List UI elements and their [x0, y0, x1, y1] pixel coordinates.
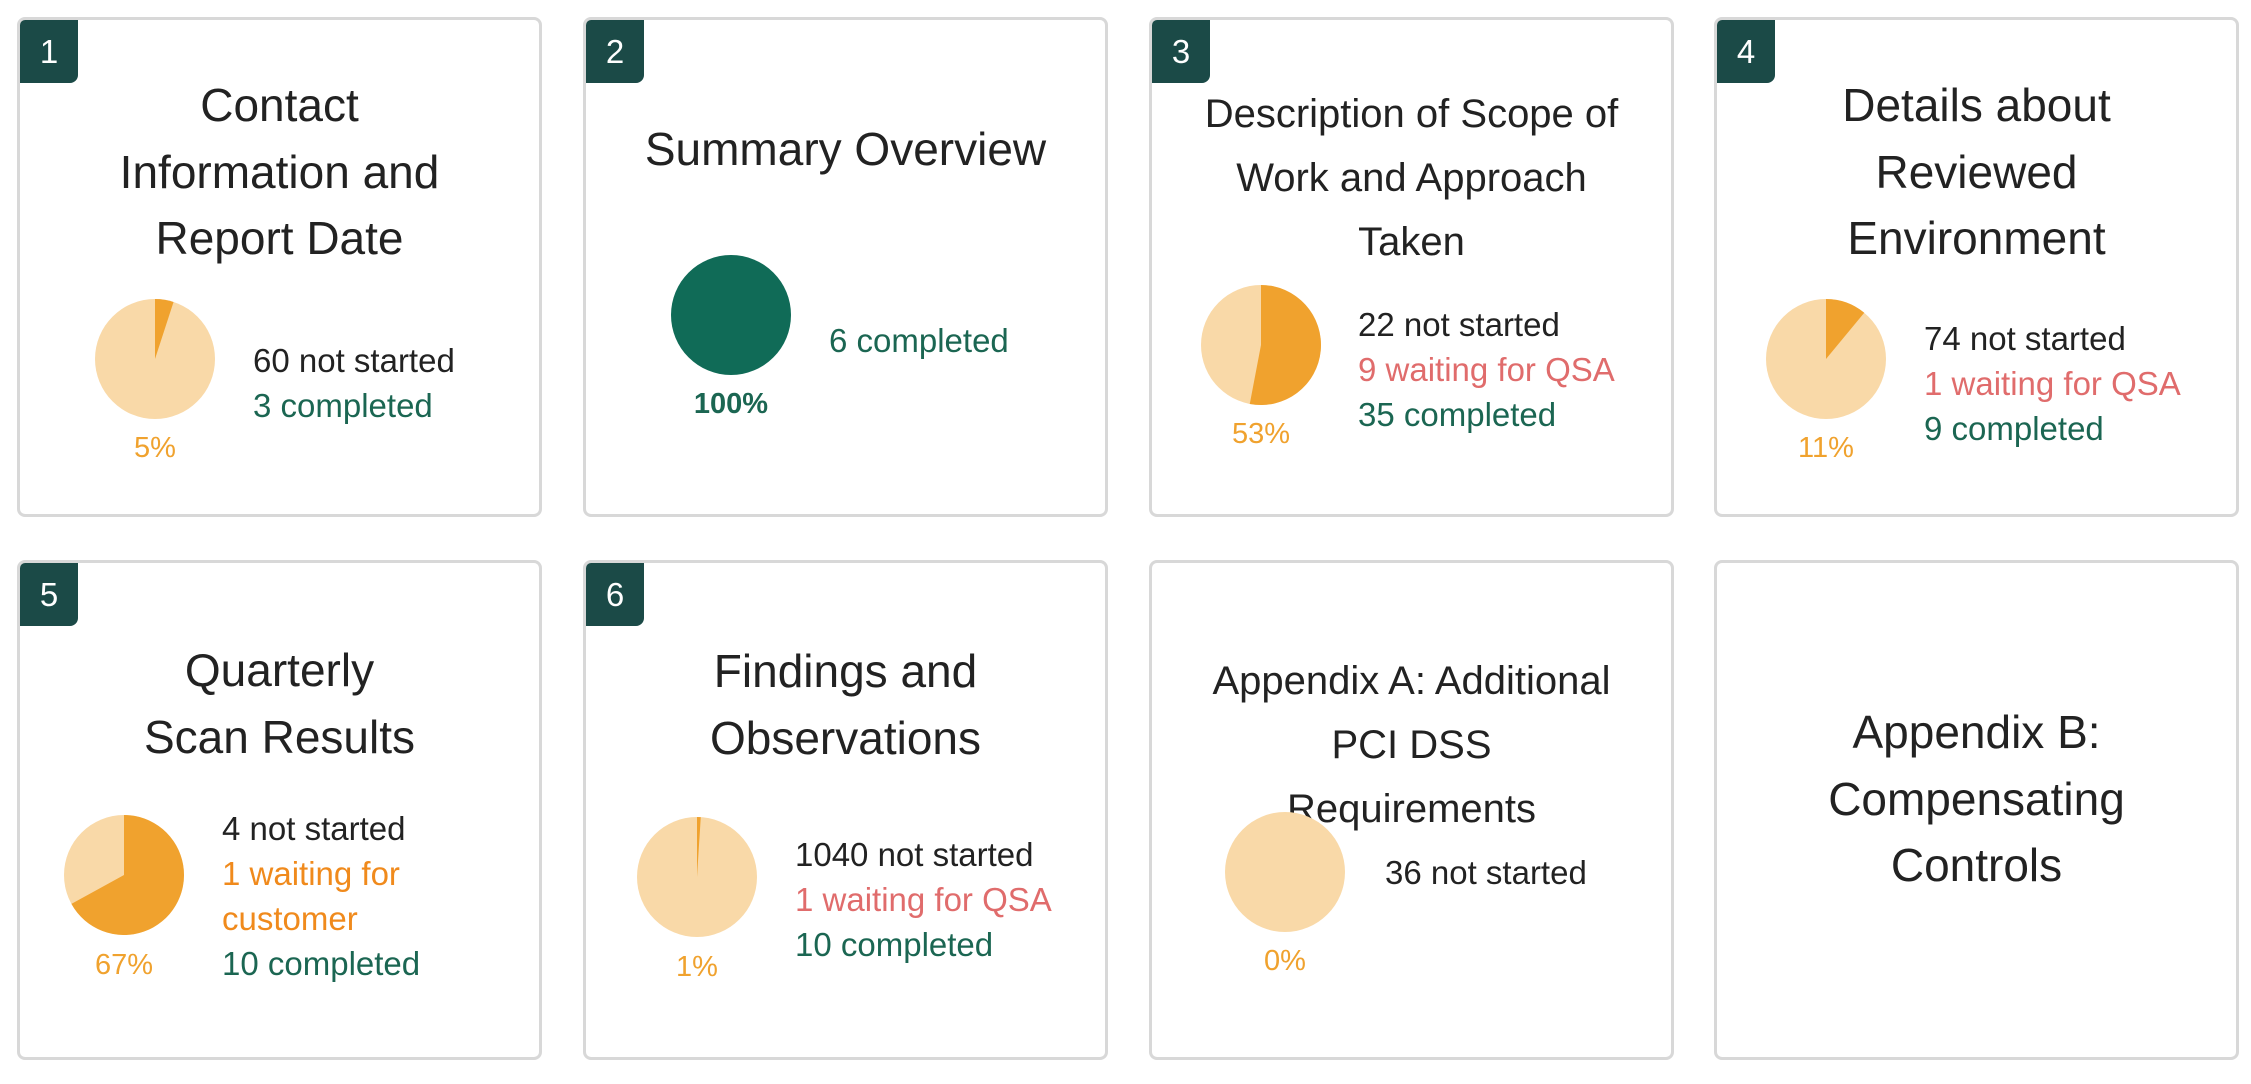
section-title: Details about Reviewed Environment — [1842, 79, 2111, 265]
section-card-3[interactable]: 3 Description of Scope of Work and Appro… — [1149, 17, 1674, 517]
progress-pie-chart — [1225, 812, 1345, 932]
progress-percent-label: 1% — [676, 951, 718, 983]
progress-percent-label: 67% — [94, 949, 154, 981]
not-started-count: 60 not started — [253, 342, 455, 379]
not-started-count: 1040 not started — [795, 836, 1034, 873]
section-card-4[interactable]: 4 Details about Reviewed Environment 11%… — [1714, 17, 2239, 517]
section-number-badge: 5 — [20, 563, 78, 626]
completed-count: 10 completed — [222, 945, 421, 982]
not-started-count: 22 not started — [1358, 306, 1560, 343]
section-card-6[interactable]: 6 Findings and Observations 1% 1040 not … — [583, 560, 1108, 1060]
status-counts: 1040 not started 1 waiting for QSA 10 co… — [795, 832, 1052, 967]
completed-count: 3 completed — [253, 387, 433, 424]
section-card-5[interactable]: 5 Quarterly Scan Results 67% 4 not start… — [17, 560, 542, 1060]
progress-percent-label: 5% — [134, 432, 176, 464]
status-counts: 60 not started 3 completed — [253, 338, 455, 428]
progress-pie-chart — [1201, 285, 1321, 405]
waiting-for-qsa-count: 9 waiting for QSA — [1358, 351, 1615, 388]
section-number-badge: 6 — [586, 563, 644, 626]
section-card-1[interactable]: 1 Contact Information and Report Date 5%… — [17, 17, 542, 517]
pie-completed-slice — [671, 255, 791, 375]
completed-count: 9 completed — [1924, 410, 2104, 447]
status-counts: 22 not started 9 waiting for QSA 35 comp… — [1358, 302, 1615, 437]
progress-percent-label: 11% — [1798, 432, 1854, 464]
progress-pie-chart — [637, 817, 757, 937]
status-counts: 74 not started 1 waiting for QSA 9 compl… — [1924, 316, 2181, 451]
section-number-badge: 3 — [1152, 20, 1210, 83]
progress-percent-label: 0% — [1264, 945, 1306, 977]
section-title: Description of Scope of Work and Approac… — [1204, 92, 1619, 264]
progress-pie-chart — [64, 815, 184, 935]
waiting-for-customer-count-wrap: customer — [222, 900, 358, 937]
waiting-for-qsa-count: 1 waiting for QSA — [1924, 365, 2181, 402]
section-title: Contact Information and Report Date — [119, 79, 440, 265]
section-card-appendix-a[interactable]: Appendix A: Additional PCI DSS Requireme… — [1149, 560, 1674, 1060]
status-counts: 4 not started 1 waiting for customer 10 … — [222, 806, 420, 986]
not-started-count: 36 not started — [1385, 854, 1587, 891]
pie-remaining-slice — [1225, 812, 1345, 932]
section-card-appendix-b[interactable]: Appendix B: Compensating Controls — [1714, 560, 2239, 1060]
not-started-count: 4 not started — [222, 810, 406, 847]
section-title: Quarterly Scan Results — [143, 644, 415, 763]
section-title: Findings and Observations — [709, 645, 981, 764]
completed-count: 10 completed — [795, 926, 994, 963]
progress-percent-label: 53% — [1231, 418, 1291, 450]
waiting-for-qsa-count: 1 waiting for QSA — [795, 881, 1052, 918]
not-started-count: 74 not started — [1924, 320, 2126, 357]
progress-percent-label: 100% — [693, 388, 769, 420]
progress-pie-chart — [671, 255, 791, 375]
completed-count: 6 completed — [829, 322, 1009, 359]
status-counts: 36 not started — [1385, 850, 1587, 895]
section-title: Appendix B: Compensating Controls — [1828, 706, 2125, 892]
section-card-2[interactable]: 2 Summary Overview 100% 6 completed — [583, 17, 1108, 517]
progress-pie-chart — [95, 299, 215, 419]
progress-pie-chart — [1766, 299, 1886, 419]
status-counts: 6 completed — [829, 318, 1009, 363]
section-title: Summary Overview — [644, 123, 1047, 175]
section-number-badge: 2 — [586, 20, 644, 83]
completed-count: 35 completed — [1358, 396, 1557, 433]
waiting-for-customer-count: 1 waiting for — [222, 855, 400, 892]
